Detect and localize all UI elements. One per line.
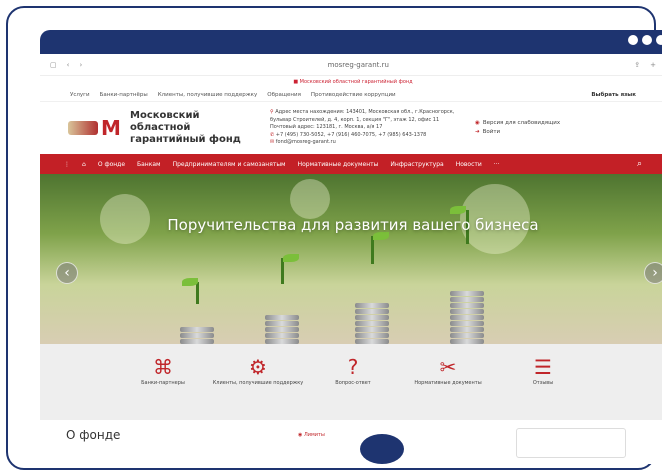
coin-stack bbox=[355, 264, 389, 344]
tile-label: Банки-партнеры bbox=[141, 380, 185, 386]
mainnav-item[interactable]: Новости bbox=[456, 161, 482, 168]
browser-screen: ▢ ‹ › mosreg-garant.ru ⇪ + ■ Московский … bbox=[40, 54, 662, 464]
chip-icon: ⌘ bbox=[153, 355, 173, 379]
phones-text[interactable]: +7 (495) 730-5052, +7 (916) 460-7075, +7… bbox=[276, 132, 427, 138]
content-start: О фонде ◉ Лимиты bbox=[40, 420, 662, 464]
hero-banner: Поручительства для развития вашего бизне… bbox=[40, 174, 662, 344]
window-dots[interactable] bbox=[628, 35, 662, 45]
browser-toolbar: ▢ ‹ › mosreg-garant.ru ⇪ + bbox=[40, 54, 662, 76]
partner-badge bbox=[360, 434, 404, 464]
email-link[interactable]: fond@mosreg-garant.ru bbox=[276, 139, 336, 145]
contacts-block: ⚲ Адрес места нахождения: 143401, Москов… bbox=[270, 109, 465, 147]
coin-stack bbox=[450, 244, 484, 344]
gears-icon: ⚙ bbox=[249, 355, 267, 379]
postal-text: Почтовый адрес: 123181, г. Москва, а/я 1… bbox=[270, 124, 383, 131]
limits-link[interactable]: ◉ Лимиты bbox=[298, 432, 325, 438]
sprout bbox=[371, 236, 374, 264]
info-card[interactable] bbox=[516, 428, 626, 458]
tile-clients[interactable]: ⚙ Клиенты, получившие поддержку bbox=[211, 354, 306, 420]
coin-stack bbox=[265, 284, 299, 344]
mainnav-item[interactable]: О фонде bbox=[98, 161, 125, 168]
topnav-item[interactable]: Противодействие коррупции bbox=[311, 92, 396, 98]
site-notice: ■ Московский областной гарантийный фонд bbox=[293, 79, 413, 85]
tile-reviews[interactable]: ☰ Отзывы bbox=[496, 354, 591, 420]
login-link[interactable]: Войти bbox=[483, 129, 501, 135]
new-tab-icon[interactable]: + bbox=[650, 61, 656, 69]
limits-text: Лимиты bbox=[303, 432, 325, 438]
search-icon[interactable]: ⌕ bbox=[637, 159, 642, 169]
back-icon[interactable]: ‹ bbox=[67, 61, 70, 69]
org-name: Московский областной гарантийный фонд bbox=[130, 110, 241, 145]
emblem-icon bbox=[68, 121, 98, 135]
tile-banks[interactable]: ⌘ Банки-партнеры bbox=[116, 354, 211, 420]
mainnav-item[interactable]: ··· bbox=[494, 161, 500, 168]
tile-label: Клиенты, получившие поддержку bbox=[212, 380, 304, 386]
eye-icon: ◉ bbox=[475, 120, 480, 126]
main-nav: ⋮ ⌂ О фонде Банкам Предпринимателям и са… bbox=[40, 154, 662, 174]
address-bar[interactable]: mosreg-garant.ru bbox=[92, 61, 624, 69]
tile-documents[interactable]: ✂ Нормативные документы bbox=[401, 354, 496, 420]
faq-icon: ? bbox=[347, 355, 359, 379]
coin-stack bbox=[180, 304, 214, 344]
sidebar-toggle-icon[interactable]: ▢ bbox=[50, 61, 57, 69]
mainnav-item[interactable]: Банкам bbox=[137, 161, 161, 168]
topnav-item[interactable]: Банки-партнёры bbox=[100, 92, 148, 98]
logo[interactable]: M bbox=[68, 116, 121, 140]
sprout bbox=[196, 282, 199, 304]
login-icon: ➜ bbox=[475, 129, 480, 135]
menu-icon[interactable]: ⋮ bbox=[64, 161, 70, 168]
home-icon[interactable]: ⌂ bbox=[82, 161, 86, 168]
leaf bbox=[182, 278, 198, 286]
m-logo-icon: M bbox=[101, 116, 121, 140]
tile-label: Вопрос-ответ bbox=[335, 380, 371, 386]
about-heading: О фонде bbox=[66, 428, 121, 442]
language-select[interactable]: Выбрать язык bbox=[591, 92, 636, 98]
hero-title: Поручительства для развития вашего бизне… bbox=[167, 216, 539, 234]
tile-faq[interactable]: ? Вопрос-ответ bbox=[306, 354, 401, 420]
quick-links: ⌘ Банки-партнеры ⚙ Клиенты, получившие под… bbox=[40, 344, 662, 420]
tile-label: Нормативные документы bbox=[414, 380, 482, 386]
site-header: M Московский областной гарантийный фонд … bbox=[40, 102, 662, 154]
reviews-icon: ☰ bbox=[534, 355, 552, 379]
topnav-item[interactable]: Клиенты, получившие поддержку bbox=[158, 92, 258, 98]
mainnav-item[interactable]: Предпринимателям и самозанятым bbox=[173, 161, 286, 168]
share-icon[interactable]: ⇪ bbox=[634, 61, 640, 69]
mainnav-item[interactable]: Нормативные документы bbox=[298, 161, 379, 168]
topnav-item[interactable]: Обращения bbox=[267, 92, 301, 98]
header-links: ◉ Версия для слабовидящих ➜ Войти bbox=[475, 119, 560, 137]
notice-text: Московский областной гарантийный фонд bbox=[299, 79, 413, 85]
leaf bbox=[450, 206, 466, 214]
mainnav-item[interactable]: Инфраструктура bbox=[390, 161, 443, 168]
bokeh-decor bbox=[290, 179, 330, 219]
next-slide-arrow-icon[interactable]: › bbox=[644, 262, 662, 284]
tools-icon: ✂ bbox=[439, 355, 457, 379]
address-text: Адрес места нахождения: 143401, Московск… bbox=[270, 109, 455, 123]
topnav-item[interactable]: Услуги bbox=[70, 92, 90, 98]
forward-icon[interactable]: › bbox=[79, 61, 82, 69]
accessibility-link[interactable]: Версия для слабовидящих bbox=[483, 120, 560, 126]
prev-slide-arrow-icon[interactable]: ‹ bbox=[56, 262, 78, 284]
tile-label: Отзывы bbox=[532, 380, 554, 386]
top-nav: Услуги Банки-партнёры Клиенты, получивши… bbox=[40, 88, 662, 102]
leaf bbox=[283, 254, 299, 262]
window-title-bar bbox=[40, 30, 662, 54]
